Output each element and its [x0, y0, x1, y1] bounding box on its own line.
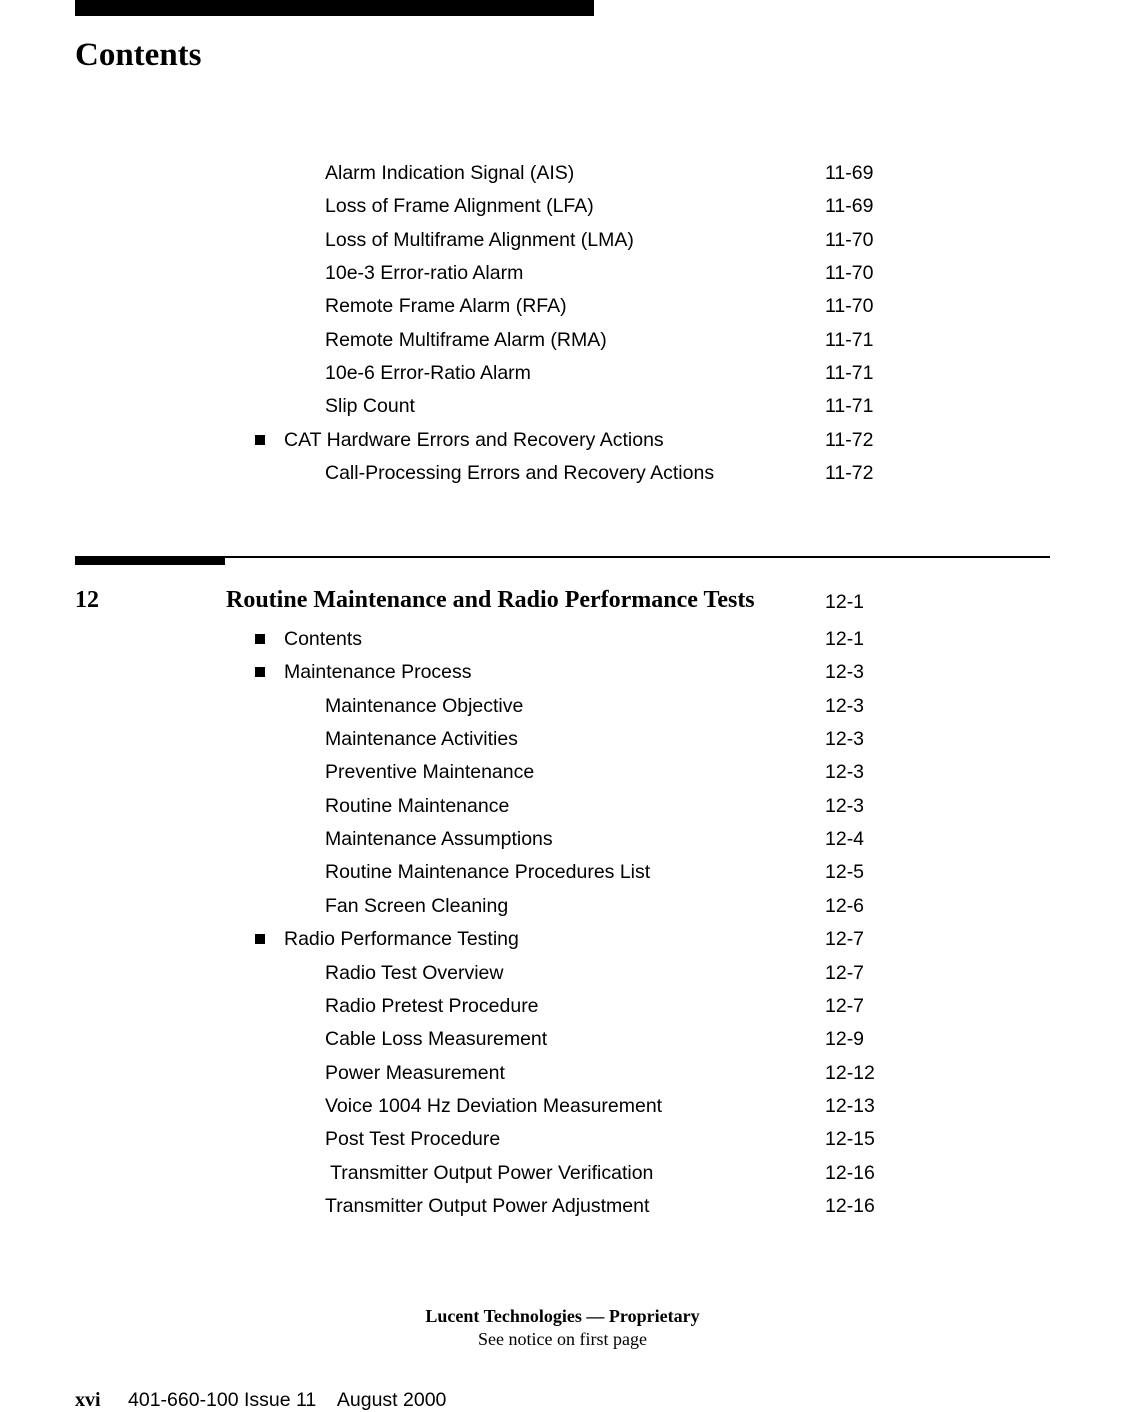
header-bar — [75, 0, 594, 16]
square-bullet-icon — [255, 434, 265, 445]
toc-entry-label: Radio Pretest Procedure — [325, 994, 539, 1017]
toc-entry-label: Routine Maintenance — [325, 794, 510, 817]
toc-entry-label: Transmitter Output Power Verification — [325, 1161, 654, 1184]
toc-entry-page: 12-3 — [825, 761, 865, 784]
toc-entry-label: Radio Test Overview — [325, 961, 504, 984]
toc-entry-page: 12-3 — [825, 794, 865, 817]
toc-entry-page: 12-5 — [825, 861, 865, 884]
toc-entry-page: 11-72 — [825, 462, 874, 485]
toc-entry-label: Remote Frame Alarm (RFA) — [325, 295, 567, 318]
toc-entry-page: 12-6 — [825, 894, 865, 917]
toc-entry-page: 12-7 — [825, 928, 865, 951]
toc-entry-label: Alarm Indication Signal (AIS) — [325, 162, 575, 184]
toc-entry-label: Routine Maintenance Procedures List — [325, 861, 651, 884]
toc-entry-label: Remote Multiframe Alarm (RMA) — [325, 328, 607, 351]
toc-entry-label: Loss of Frame Alignment (LFA) — [325, 195, 594, 218]
toc-entry-label: Loss of Multiframe Alignment (LMA) — [325, 228, 634, 251]
toc-entry-page: 11-70 — [825, 228, 874, 251]
toc-entry-page: 12-16 — [825, 1194, 875, 1217]
toc-entry-page: 12-13 — [825, 1094, 875, 1117]
square-bullet-icon — [255, 934, 265, 945]
toc-entry-label: Maintenance Assumptions — [325, 828, 553, 851]
document-id: 401-660-100 Issue 11 August 2000 — [128, 1389, 447, 1411]
chapter-title[interactable]: Routine Maintenance and Radio Performanc… — [226, 585, 755, 615]
toc-entry-label: Post Test Procedure — [325, 1128, 501, 1151]
toc-entry-label: Transmitter Output Power Adjustment — [325, 1194, 650, 1217]
toc-entry-page: 12-4 — [825, 828, 865, 851]
toc-entry-page: 11-70 — [825, 262, 874, 285]
toc-entry-page: 11-71 — [825, 328, 874, 351]
toc-entry-page: 11-69 — [825, 195, 874, 218]
square-bullet-icon — [255, 667, 265, 678]
toc-entry-label: Maintenance Activities — [325, 728, 518, 751]
toc-entry-label: Call-Processing Errors and Recovery Acti… — [325, 462, 715, 485]
toc-entry-page: 12-15 — [825, 1128, 875, 1151]
square-bullet-icon — [255, 634, 265, 644]
footer-proprietary-notice: Lucent Technologies — Proprietary — [425, 1306, 700, 1326]
toc-entry-page: 11-72 — [825, 428, 874, 451]
toc-entry-page: 11-71 — [825, 362, 874, 385]
toc-entry-label: 10e-6 Error-Ratio Alarm — [325, 362, 531, 385]
toc-entry-label: Cable Loss Measurement — [325, 1028, 548, 1051]
toc-entry-page: 12-1 — [825, 628, 865, 650]
toc-entry-label: 10e-3 Error-ratio Alarm — [325, 262, 524, 285]
toc-entry-label: Preventive Maintenance — [325, 761, 535, 784]
toc-entry-page: 11-70 — [825, 295, 874, 318]
toc-entry-page: 12-16 — [825, 1161, 875, 1184]
toc-entry-label: CAT Hardware Errors and Recovery Actions — [284, 428, 664, 451]
toc-entry-page: 12-7 — [825, 994, 865, 1017]
toc-entry-label: Voice 1004 Hz Deviation Measurement — [325, 1094, 663, 1117]
toc-entry-page: 12-9 — [825, 1028, 865, 1051]
toc-entry-page: 11-71 — [825, 395, 874, 418]
chapter-page-number: 12-1 — [825, 591, 865, 613]
toc-entry-page: 12-12 — [825, 1061, 875, 1084]
footer-notice-reference: See notice on first page — [478, 1329, 647, 1349]
toc-entry-label: Power Measurement — [325, 1061, 505, 1084]
toc-entry-page: 11-69 — [825, 162, 874, 184]
toc-entry-page: 12-7 — [825, 961, 865, 984]
toc-entry-page: 12-3 — [825, 694, 865, 717]
toc-entry-label: Maintenance Objective — [325, 694, 524, 717]
chapter-divider-tab — [75, 556, 225, 565]
toc-entry-label: Slip Count — [325, 395, 415, 418]
toc-entry-page: 12-3 — [825, 661, 865, 684]
toc-entry-label: Maintenance Process — [284, 661, 472, 684]
toc-entry-label: Radio Performance Testing — [284, 928, 519, 951]
page-folio: xvi — [75, 1389, 101, 1411]
chapter-number: 12 — [75, 587, 99, 613]
toc-entry-label: Fan Screen Cleaning — [325, 894, 509, 917]
toc-entry-label: Contents — [284, 628, 363, 650]
toc-entry-page: 12-3 — [825, 728, 865, 751]
page-title: Contents — [75, 37, 202, 73]
